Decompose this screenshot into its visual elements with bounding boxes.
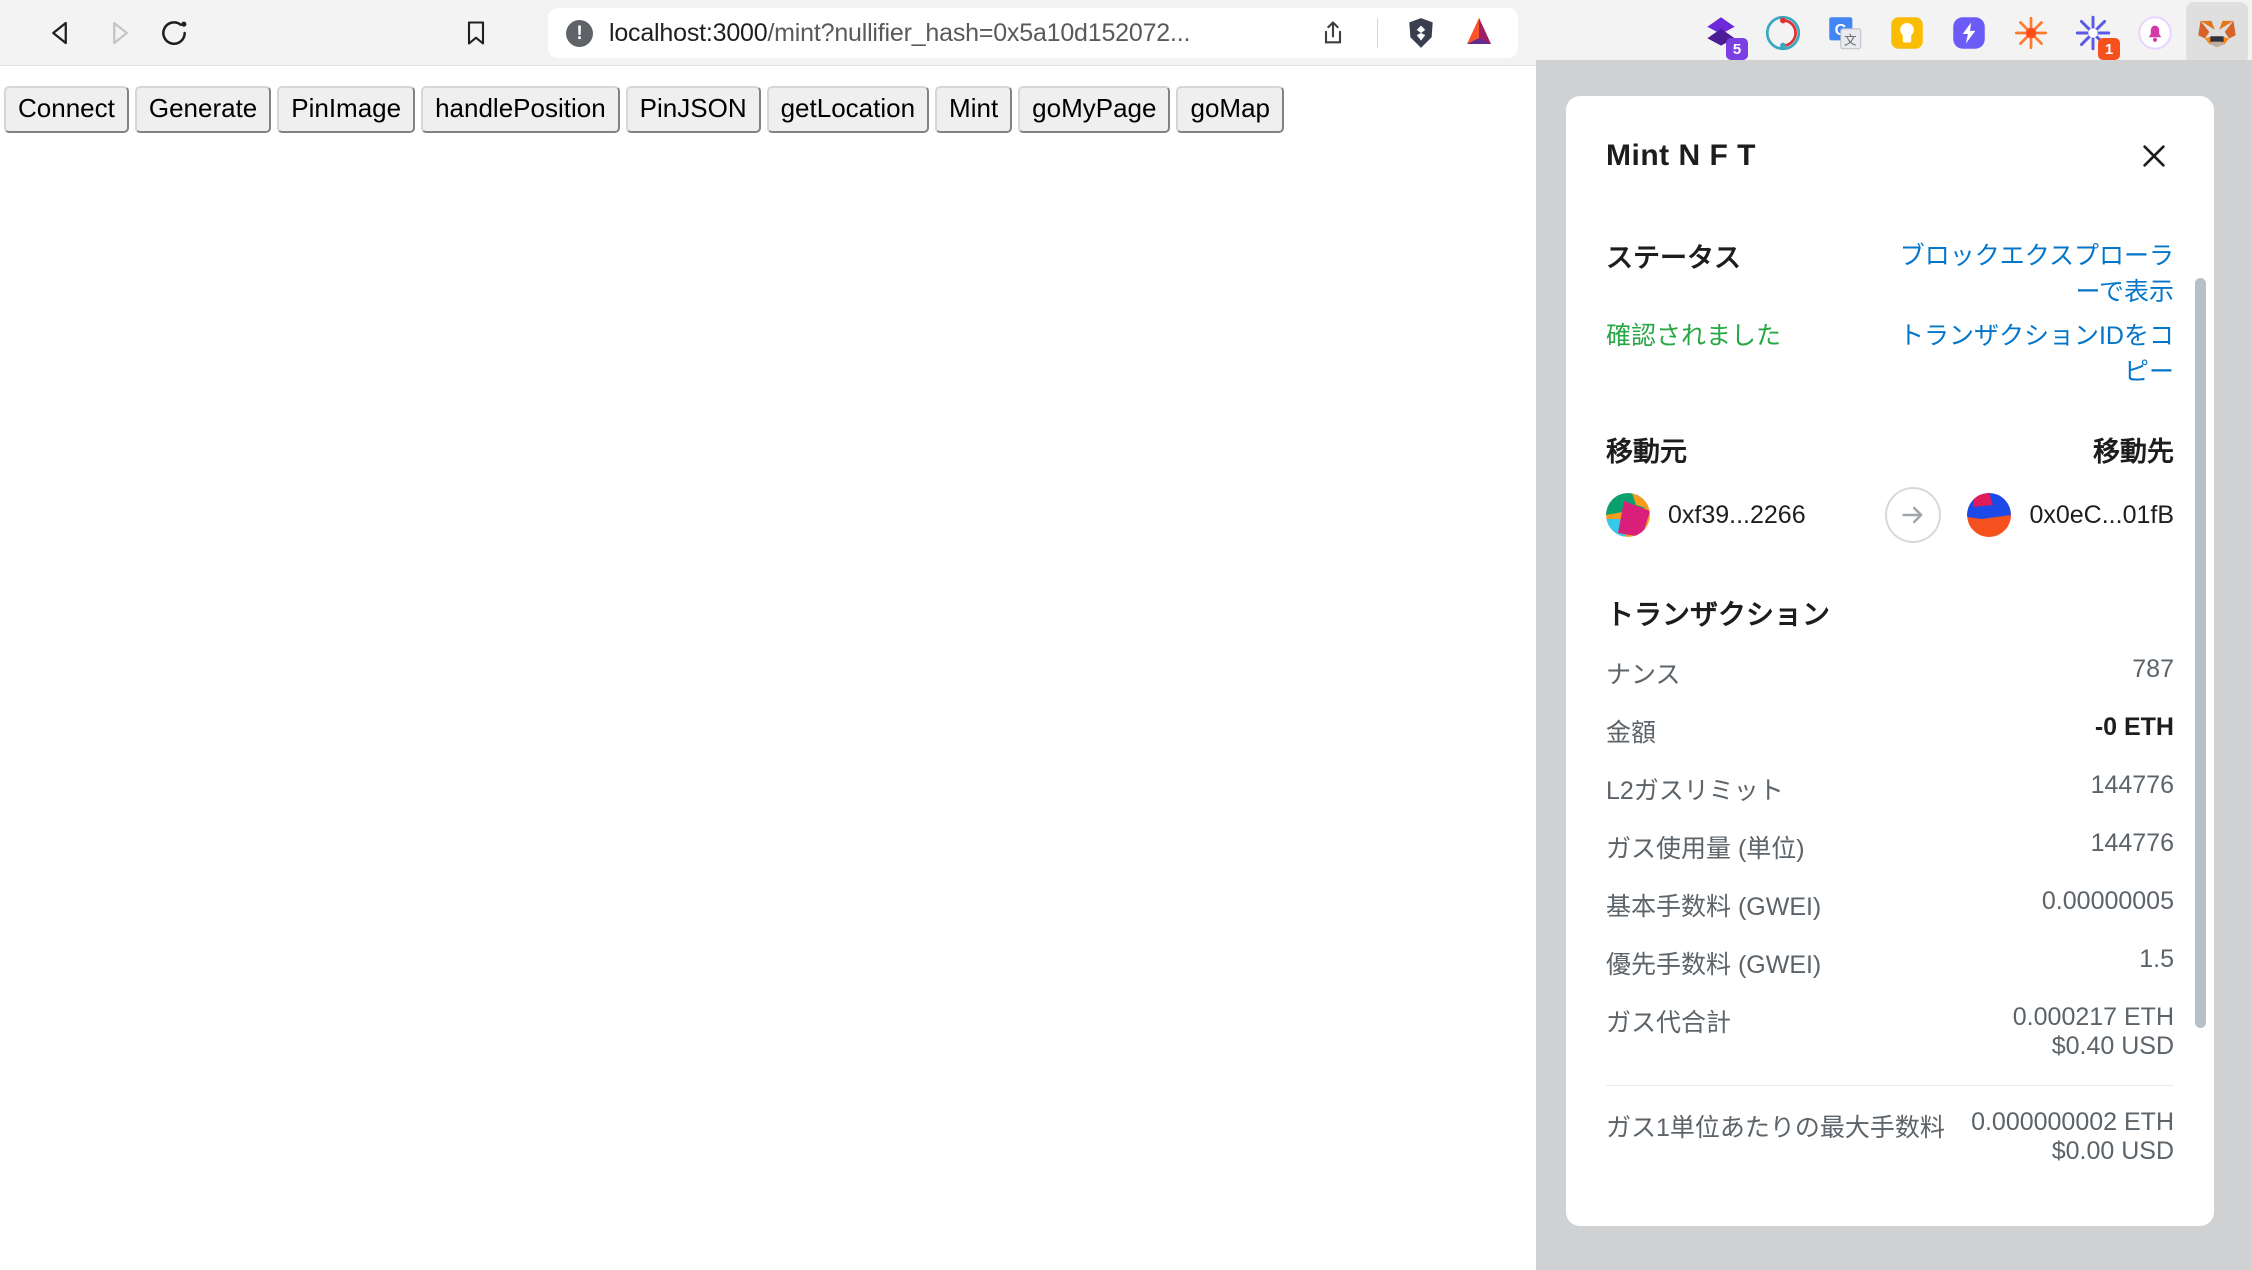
go-map-button[interactable]: goMap <box>1176 86 1284 133</box>
notifications-bell-extension-icon[interactable] <box>2124 2 2186 64</box>
snowflake-extension-icon[interactable]: 1 <box>2062 2 2124 64</box>
transfer-headings: 移動元 移動先 <box>1606 430 2174 469</box>
row-label: ナンス <box>1606 661 1681 689</box>
table-row: L2ガスリミット 144776 <box>1606 749 2174 807</box>
row-label: 優先手数料 (GWEI) <box>1606 951 1822 979</box>
url-path: /mint?nullifier_hash=0x5a10d152072... <box>767 18 1191 47</box>
reload-button[interactable] <box>150 9 198 57</box>
url-text: localhost:3000/mint?nullifier_hash=0x5a1… <box>609 19 1295 48</box>
not-secure-icon[interactable]: ! <box>566 19 593 47</box>
to-label: 移動先 <box>2093 437 2174 467</box>
status-section: ステータス ブロックエクスプローラーで表示 確認されました トランザクションID… <box>1606 236 2174 388</box>
view-on-block-explorer-link[interactable]: ブロックエクスプローラーで表示 <box>1890 236 2174 308</box>
back-button[interactable] <box>38 9 86 57</box>
status-label: ステータス <box>1606 243 1741 273</box>
go-my-page-button[interactable]: goMyPage <box>1018 86 1171 133</box>
transfer-row: 0xf39...2266 0x0eC...01fB <box>1606 487 2174 543</box>
url-host: localhost:3000 <box>609 18 768 47</box>
row-label: ガス1単位あたりの最大手数料 <box>1606 1114 1945 1142</box>
get-location-button[interactable]: getLocation <box>766 86 930 133</box>
address-bar[interactable]: ! localhost:3000/mint?nullifier_hash=0x5… <box>548 8 1518 58</box>
row-label: L2ガスリミット <box>1606 777 1784 805</box>
generate-button[interactable]: Generate <box>134 86 272 133</box>
extension-badge: 1 <box>2098 38 2120 60</box>
arrow-right-icon <box>1885 487 1942 543</box>
browser-toolbar: ! localhost:3000/mint?nullifier_hash=0x5… <box>0 0 2252 66</box>
copy-transaction-id-link[interactable]: トランザクションIDをコピー <box>1890 316 2174 388</box>
table-row: ナンス 787 <box>1606 633 2174 691</box>
extensions-toolbar: 5 G 文 <box>1690 0 2252 66</box>
transaction-heading: トランザクション <box>1606 599 1831 630</box>
row-label: 金額 <box>1606 719 1657 747</box>
row-label: 基本手数料 (GWEI) <box>1606 893 1822 921</box>
starburst-extension-icon[interactable] <box>2000 2 2062 64</box>
table-row: 金額 -0 ETH <box>1606 691 2174 749</box>
table-row: ガス代合計 0.000217 ETH $0.40 USD <box>1606 981 2174 1061</box>
mint-button[interactable]: Mint <box>935 86 1013 133</box>
row-value: 144776 <box>2090 829 2174 857</box>
row-value: 144776 <box>2090 771 2174 799</box>
from-address: 0xf39...2266 <box>1668 500 1806 529</box>
metamask-transaction-panel: Mint N F T ステータス ブロックエクスプローラーで表示 確認されました… <box>1566 96 2214 1226</box>
to-address: 0x0eC...01fB <box>2029 500 2174 529</box>
svg-text:文: 文 <box>1844 34 1857 48</box>
metamask-extension-icon[interactable] <box>2186 2 2248 64</box>
row-value-primary: 0.000000002 ETH <box>1971 1108 2174 1136</box>
google-translate-extension-icon[interactable]: G 文 <box>1814 2 1876 64</box>
to-identicon <box>1967 493 2012 537</box>
from-label: 移動元 <box>1606 437 1687 467</box>
share-icon[interactable] <box>1311 11 1355 55</box>
toolbar-divider <box>1377 18 1378 48</box>
row-value-secondary: $0.00 USD <box>2051 1137 2174 1165</box>
brave-shields-icon[interactable] <box>1400 12 1442 54</box>
row-value: 787 <box>2132 655 2174 683</box>
panel-header: Mint N F T <box>1606 96 2174 176</box>
table-row: 基本手数料 (GWEI) 0.00000005 <box>1606 865 2174 923</box>
pin-image-button[interactable]: PinImage <box>277 86 416 133</box>
panel-scrollbar[interactable] <box>2195 278 2206 1028</box>
lightning-extension-icon[interactable] <box>1938 2 2000 64</box>
row-value-secondary: $0.40 USD <box>2051 1032 2174 1060</box>
extension-badge: 5 <box>1726 38 1748 60</box>
row-value: 1.5 <box>2139 945 2174 973</box>
navigation-buttons <box>0 9 198 57</box>
close-icon[interactable] <box>2134 136 2174 176</box>
from-party[interactable]: 0xf39...2266 <box>1606 493 1806 537</box>
handle-position-button[interactable]: handlePosition <box>421 86 620 133</box>
row-label: ガス代合計 <box>1606 1009 1732 1037</box>
from-identicon <box>1606 493 1650 537</box>
row-value: 0.000217 ETH $0.40 USD <box>2013 1003 2174 1061</box>
brave-rewards-icon[interactable] <box>1458 12 1500 54</box>
row-value: 0.000000002 ETH $0.00 USD <box>1971 1108 2174 1166</box>
row-label: ガス使用量 (単位) <box>1606 835 1805 863</box>
row-value: 0.00000005 <box>2041 887 2174 915</box>
forward-button[interactable] <box>94 9 142 57</box>
row-value-primary: 0.000217 ETH <box>2012 1003 2174 1031</box>
table-row: ガス使用量 (単位) 144776 <box>1606 807 2174 865</box>
sync-extension-icon[interactable] <box>1752 2 1814 64</box>
ethereum-wallet-extension-icon[interactable]: 5 <box>1690 2 1752 64</box>
pin-json-button[interactable]: PinJSON <box>625 86 761 133</box>
panel-title: Mint N F T <box>1606 139 1756 172</box>
table-row: ガス1単位あたりの最大手数料 0.000000002 ETH $0.00 USD <box>1606 1085 2174 1166</box>
to-party[interactable]: 0x0eC...01fB <box>1967 493 2174 537</box>
status-value: 確認されました <box>1606 322 1782 350</box>
connect-button[interactable]: Connect <box>4 86 129 133</box>
row-value: -0 ETH <box>2094 713 2174 741</box>
bookmark-icon[interactable] <box>452 9 500 57</box>
table-row: 優先手数料 (GWEI) 1.5 <box>1606 923 2174 981</box>
notion-web-clipper-extension-icon[interactable] <box>1876 2 1938 64</box>
